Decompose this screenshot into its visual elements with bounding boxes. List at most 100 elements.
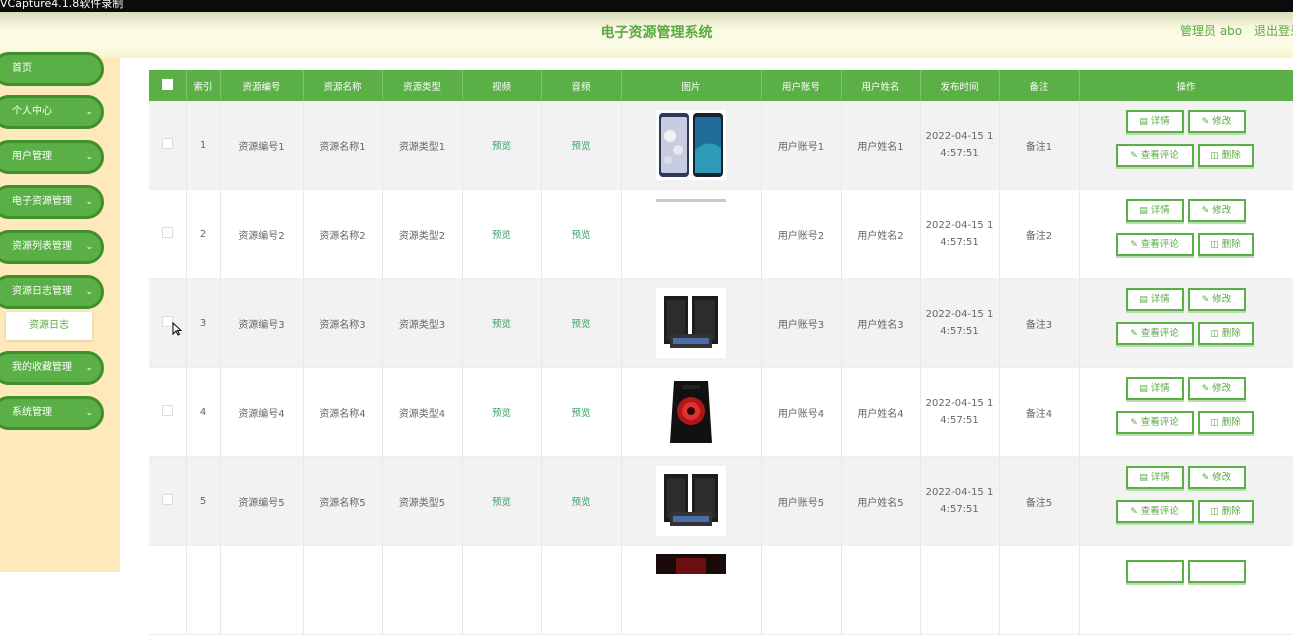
sidebar-item-user-management[interactable]: 用户管理 ⌄	[0, 140, 104, 174]
cell-video: 预览	[462, 367, 542, 457]
chevron-down-icon: ⌄	[85, 152, 93, 162]
cell-resource-name: 资源名称5	[303, 456, 383, 546]
view-comments-button[interactable]: ✎ 查看评论	[1115, 411, 1194, 434]
edit-button[interactable]: ✎ 修改	[1187, 199, 1246, 222]
detail-button[interactable]: ▤ 详情	[1125, 199, 1184, 222]
edit-button[interactable]: ✎ 修改	[1187, 110, 1246, 133]
detail-button[interactable]: ▤ 详情	[1125, 466, 1184, 489]
sidebar-item-resource-management[interactable]: 电子资源管理 ⌄	[0, 185, 104, 219]
cell-user-name: 用户姓名4	[841, 367, 921, 457]
row-checkbox-cell	[149, 101, 187, 190]
delete-button[interactable]: ◫ 删除	[1197, 144, 1254, 167]
logout-link[interactable]: 退出登录	[1254, 22, 1293, 39]
cell-image	[621, 189, 762, 279]
audio-preview-link[interactable]: 预览	[571, 319, 590, 330]
cell-index: 3	[186, 278, 221, 368]
video-preview-link[interactable]: 预览	[492, 230, 511, 241]
speaker-image	[656, 288, 726, 358]
delete-button-label: 删除	[1221, 239, 1241, 250]
view-comments-button[interactable]: ✎ 查看评论	[1115, 500, 1194, 523]
table-cell	[149, 545, 187, 635]
cell-actions: ▤ 详情 ✎ 修改 ✎ 查看评论 ◫ 删除	[1079, 456, 1293, 546]
view-comments-button-label: 查看评论	[1140, 506, 1179, 517]
cell-resource-code: 资源编号2	[220, 189, 304, 279]
publish-time-line1: 2022-04-15 1	[925, 398, 994, 409]
resource-table: 索引 资源编号 资源名称 资源类型 视频 音频 图片 用户账号 用户姓名 发布时…	[149, 70, 1293, 635]
col-header: 发布时间	[920, 70, 1000, 101]
document-icon: ▤	[1139, 384, 1148, 394]
sidebar-item-label: 资源日志管理	[12, 286, 72, 297]
audio-preview-link[interactable]: 预览	[571, 141, 590, 152]
audio-preview-link[interactable]: 预览	[571, 408, 590, 419]
delete-button[interactable]: ◫ 删除	[1197, 322, 1254, 345]
row-checkbox[interactable]	[161, 227, 173, 238]
video-preview-link[interactable]: 预览	[492, 408, 511, 419]
delete-button-label: 删除	[1221, 328, 1241, 339]
detail-button[interactable]: ▤ 详情	[1125, 288, 1184, 311]
cell-user-account: 用户账号3	[761, 278, 842, 368]
sidebar-item-home[interactable]: 首页	[0, 52, 104, 86]
col-header: 索引	[186, 70, 221, 101]
delete-button[interactable]: ◫ 删除	[1197, 500, 1254, 523]
cell-audio: 预览	[541, 456, 622, 546]
edit-button[interactable]: ✎ 修改	[1187, 377, 1246, 400]
sidebar-item-resource-log[interactable]: 资源日志管理 ⌄	[0, 275, 104, 309]
publish-time-line2: 4:57:51	[940, 504, 979, 515]
sidebar-item-personal-center[interactable]: 个人中心 ⌄	[0, 95, 104, 129]
publish-time-line1: 2022-04-15 1	[925, 487, 994, 498]
select-all-checkbox[interactable]	[161, 78, 173, 90]
publish-time-line1: 2022-04-15 1	[925, 131, 994, 142]
delete-button[interactable]: ◫ 删除	[1197, 411, 1254, 434]
row-checkbox[interactable]	[161, 138, 173, 149]
row-checkbox[interactable]	[161, 405, 173, 416]
col-header: 视频	[462, 70, 542, 101]
pc-case-image	[656, 554, 726, 574]
sidebar-item-label: 资源列表管理	[12, 241, 72, 252]
row-checkbox-cell	[149, 367, 187, 457]
cell-resource-type: 资源类型5	[382, 456, 463, 546]
video-preview-link[interactable]: 预览	[492, 497, 511, 508]
cell-user-account: 用户账号1	[761, 101, 842, 190]
audio-preview-link[interactable]: 预览	[571, 497, 590, 508]
cell-resource-code: 资源编号4	[220, 367, 304, 457]
video-preview-link[interactable]: 预览	[492, 319, 511, 330]
col-header: 备注	[999, 70, 1080, 101]
col-header: 用户姓名	[841, 70, 921, 101]
video-preview-link[interactable]: 预览	[492, 141, 511, 152]
publish-time-line2: 4:57:51	[940, 415, 979, 426]
cell-audio: 预览	[541, 278, 622, 368]
cell-user-account: 用户账号5	[761, 456, 842, 546]
document-icon: ▤	[1139, 117, 1148, 127]
sidebar-item-favorites[interactable]: 我的收藏管理 ⌄	[0, 351, 104, 385]
cell-video: 预览	[462, 101, 542, 190]
audio-preview-link[interactable]: 预览	[571, 230, 590, 241]
cell-actions	[1079, 545, 1293, 635]
view-comments-button[interactable]: ✎ 查看评论	[1115, 322, 1194, 345]
page-title: 电子资源管理系统	[600, 25, 713, 41]
detail-button[interactable]: ▤ 详情	[1125, 377, 1184, 400]
sidebar-item-system[interactable]: 系统管理 ⌄	[0, 396, 104, 430]
cell-user-name: 用户姓名2	[841, 189, 921, 279]
chevron-down-icon: ⌄	[85, 287, 93, 297]
sidebar-subitem-resource-log[interactable]: 资源日志	[6, 312, 92, 340]
row-checkbox[interactable]	[161, 494, 173, 505]
trash-icon: ◫	[1210, 240, 1219, 250]
cell-user-account: 用户账号2	[761, 189, 842, 279]
table-cell	[841, 545, 921, 635]
sidebar-item-resource-list[interactable]: 资源列表管理 ⌄	[0, 230, 104, 264]
cell-resource-name: 资源名称1	[303, 101, 383, 190]
edit-button[interactable]: ✎ 修改	[1187, 466, 1246, 489]
table-cell	[303, 545, 383, 635]
delete-button[interactable]: ◫ 删除	[1197, 233, 1254, 256]
view-comments-button[interactable]: ✎ 查看评论	[1115, 144, 1194, 167]
detail-button[interactable]: ▤ 详情	[1125, 110, 1184, 133]
cell-note: 备注4	[999, 367, 1080, 457]
sidebar-item-label: 我的收藏管理	[12, 362, 72, 373]
cell-image	[621, 101, 762, 190]
edit-button[interactable]: ✎ 修改	[1187, 288, 1246, 311]
table-cell	[382, 545, 463, 635]
delete-button-label: 删除	[1221, 150, 1241, 161]
publish-time-line1: 2022-04-15 1	[925, 309, 994, 320]
view-comments-button[interactable]: ✎ 查看评论	[1115, 233, 1194, 256]
delete-button-label: 删除	[1221, 417, 1241, 428]
